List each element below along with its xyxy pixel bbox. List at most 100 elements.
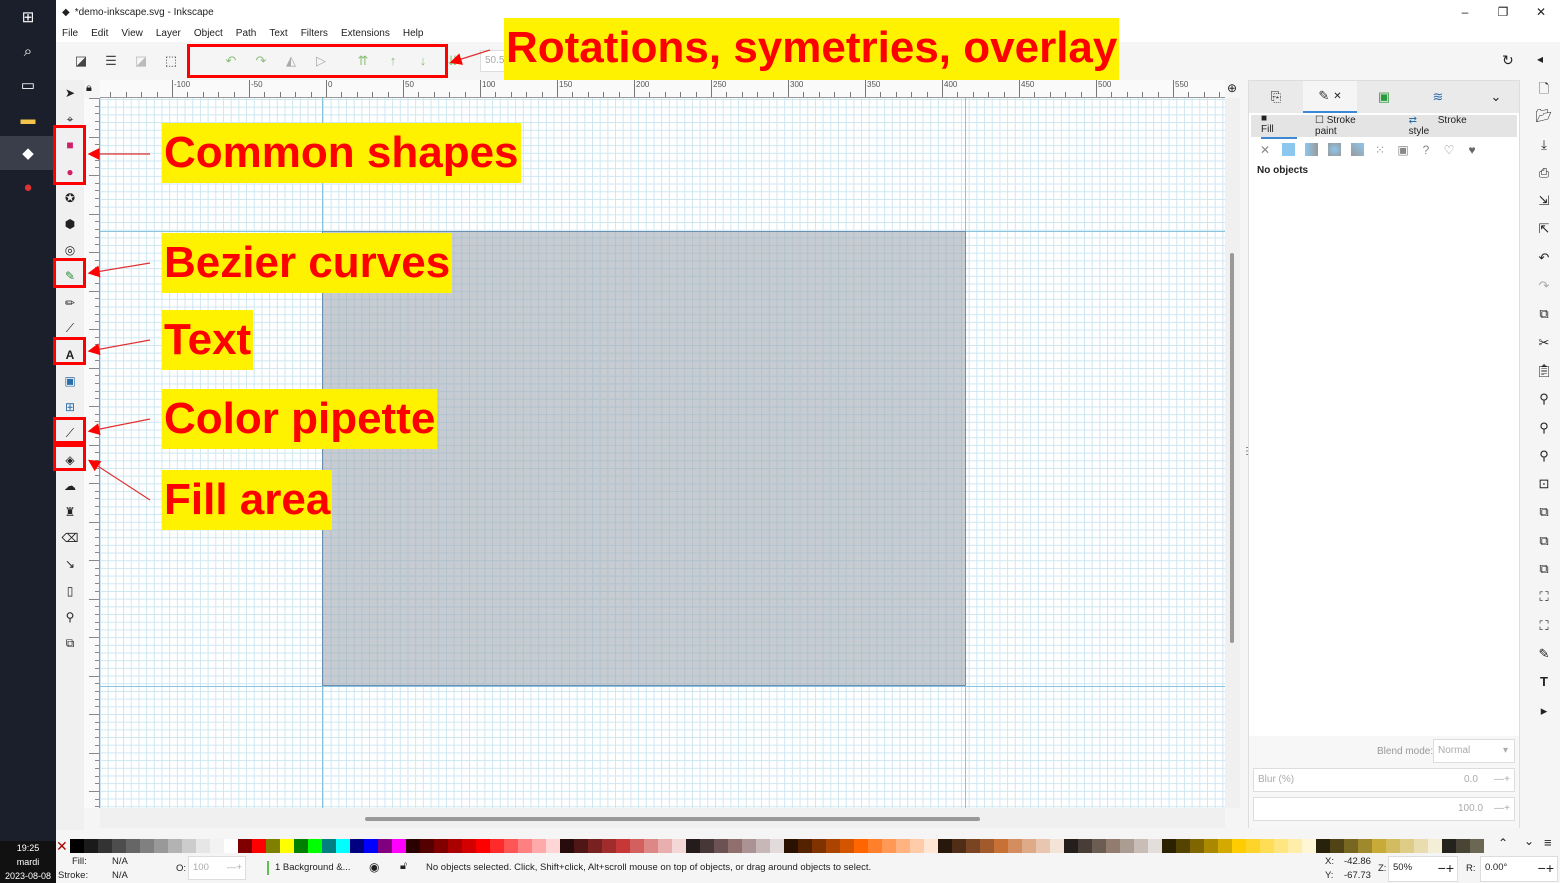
menu-text[interactable]: Text — [269, 28, 287, 39]
color-swatch[interactable] — [350, 839, 364, 853]
zoom-drawing-icon[interactable]: ⚲ — [1528, 420, 1560, 448]
opacity-input[interactable]: 100.0 —+ — [1253, 797, 1515, 821]
color-swatch[interactable] — [364, 839, 378, 853]
lock-guides-icon[interactable]: 🔒︎ — [86, 82, 92, 95]
linear-gradient-icon[interactable] — [1303, 143, 1319, 159]
color-swatch[interactable] — [420, 839, 434, 853]
mesh-gradient-icon[interactable] — [1349, 143, 1365, 159]
tab-layers[interactable]: ≋ — [1411, 81, 1465, 113]
import-icon[interactable]: ⇲ — [1528, 193, 1560, 221]
color-swatch[interactable] — [126, 839, 140, 853]
new-document-icon[interactable]: 🗋︎ — [1528, 80, 1560, 108]
gradient-tool-icon[interactable]: ▣ — [56, 368, 84, 394]
star-tool-icon[interactable]: ✪ — [56, 185, 84, 211]
color-swatch[interactable] — [1288, 839, 1302, 853]
blend-mode-select[interactable]: Normal ▾ — [1433, 739, 1515, 763]
color-swatch[interactable] — [658, 839, 672, 853]
color-swatch[interactable] — [728, 839, 742, 853]
app-icon[interactable]: ● — [0, 170, 56, 204]
color-swatch[interactable] — [378, 839, 392, 853]
inkscape-app-icon[interactable]: ◆ — [0, 136, 56, 170]
menu-edit[interactable]: Edit — [91, 28, 108, 39]
pencil-tool-icon[interactable]: ✏ — [56, 290, 84, 316]
no-color-swatch[interactable]: ✕ — [56, 839, 70, 853]
select-all-icon[interactable]: ◪ — [66, 48, 96, 74]
touch-select-icon[interactable]: ⬚ — [156, 48, 186, 74]
color-swatch[interactable] — [1470, 839, 1484, 853]
color-swatch[interactable] — [1400, 839, 1414, 853]
color-swatch[interactable] — [252, 839, 266, 853]
color-swatch[interactable] — [1092, 839, 1106, 853]
color-swatch[interactable] — [616, 839, 630, 853]
copy-icon[interactable]: ⧉ — [1528, 306, 1560, 334]
color-swatch[interactable] — [140, 839, 154, 853]
color-swatch[interactable] — [280, 839, 294, 853]
deselect-icon[interactable]: ◪ — [126, 48, 156, 74]
maximize-button[interactable]: ❐ — [1484, 0, 1522, 25]
color-swatch[interactable] — [1330, 839, 1344, 853]
selector-tool-icon[interactable]: ➤ — [56, 80, 84, 106]
color-swatch[interactable] — [462, 839, 476, 853]
stroke-value[interactable]: N/A — [112, 870, 128, 881]
color-swatch[interactable] — [1064, 839, 1078, 853]
color-swatch[interactable] — [1344, 839, 1358, 853]
palette-scroll-up-icon[interactable]: ⌃ — [1498, 836, 1508, 850]
color-swatch[interactable] — [154, 839, 168, 853]
opacity-stepper[interactable]: —+ — [1494, 798, 1510, 820]
minimize-button[interactable]: – — [1446, 0, 1484, 25]
color-swatch[interactable] — [826, 839, 840, 853]
color-swatch[interactable] — [70, 839, 84, 853]
color-swatch[interactable] — [308, 839, 322, 853]
vertical-scrollbar[interactable] — [1225, 98, 1240, 808]
pattern-icon[interactable]: ⁙ — [1372, 143, 1388, 159]
file-explorer-icon[interactable]: ▬ — [0, 102, 56, 136]
zoom-corner-icon[interactable]: ⊕ — [1227, 81, 1237, 95]
vertical-ruler[interactable] — [84, 98, 100, 808]
color-swatch[interactable] — [1358, 839, 1372, 853]
menu-filters[interactable]: Filters — [301, 28, 328, 39]
color-swatch[interactable] — [980, 839, 994, 853]
color-swatch[interactable] — [630, 839, 644, 853]
color-swatch[interactable] — [560, 839, 574, 853]
clock[interactable]: 19:25 mardi 2023-08-08 — [0, 841, 56, 883]
menu-help[interactable]: Help — [403, 28, 424, 39]
color-swatch[interactable] — [294, 839, 308, 853]
palette-scroll-down-icon[interactable]: ⌄ — [1524, 834, 1534, 848]
color-swatch[interactable] — [518, 839, 532, 853]
vertical-scroll-thumb[interactable] — [1230, 253, 1234, 643]
horizontal-scroll-thumb[interactable] — [365, 817, 980, 821]
color-swatch[interactable] — [1428, 839, 1442, 853]
color-swatch[interactable] — [966, 839, 980, 853]
fill-rule-nonzero-icon[interactable]: ♥ — [1464, 143, 1480, 159]
color-swatch[interactable] — [84, 839, 98, 853]
color-swatch[interactable] — [112, 839, 126, 853]
windows-start-icon[interactable]: ⊞ — [0, 0, 56, 34]
current-layer-selector[interactable]: 1 Background &... — [275, 862, 351, 873]
color-swatch[interactable] — [1302, 839, 1316, 853]
color-swatch[interactable] — [1008, 839, 1022, 853]
task-view-icon[interactable]: ▭ — [0, 68, 56, 102]
color-swatch[interactable] — [1022, 839, 1036, 853]
close-button[interactable]: ✕ — [1522, 0, 1560, 25]
no-paint-icon[interactable]: ✕ — [1257, 143, 1273, 159]
color-swatch[interactable] — [798, 839, 812, 853]
color-swatch[interactable] — [770, 839, 784, 853]
subtab-fill[interactable]: ■ Fill — [1261, 113, 1298, 139]
rotation-stepper[interactable]: −+ — [1538, 857, 1554, 879]
redo-icon[interactable]: ↷ — [1528, 278, 1560, 306]
3d-box-tool-icon[interactable]: ⬢ — [56, 211, 84, 237]
zoom-selection-icon[interactable]: ⚲ — [1528, 391, 1560, 419]
snap-toggle-icon[interactable]: ↻ — [1502, 52, 1514, 69]
tweak-tool-icon[interactable]: ☁ — [56, 473, 84, 499]
color-swatch[interactable] — [1176, 839, 1190, 853]
color-swatch[interactable] — [812, 839, 826, 853]
color-swatch[interactable] — [700, 839, 714, 853]
color-swatch[interactable] — [1372, 839, 1386, 853]
save-icon[interactable]: ⤓ — [1528, 137, 1560, 165]
blur-stepper[interactable]: —+ — [1494, 769, 1510, 791]
color-swatch[interactable] — [182, 839, 196, 853]
color-swatch[interactable] — [1260, 839, 1274, 853]
more-commands-icon[interactable]: ▸ — [1528, 703, 1560, 731]
rotation-field[interactable]: 0.00° −+ — [1480, 856, 1558, 882]
color-swatch[interactable] — [1232, 839, 1246, 853]
